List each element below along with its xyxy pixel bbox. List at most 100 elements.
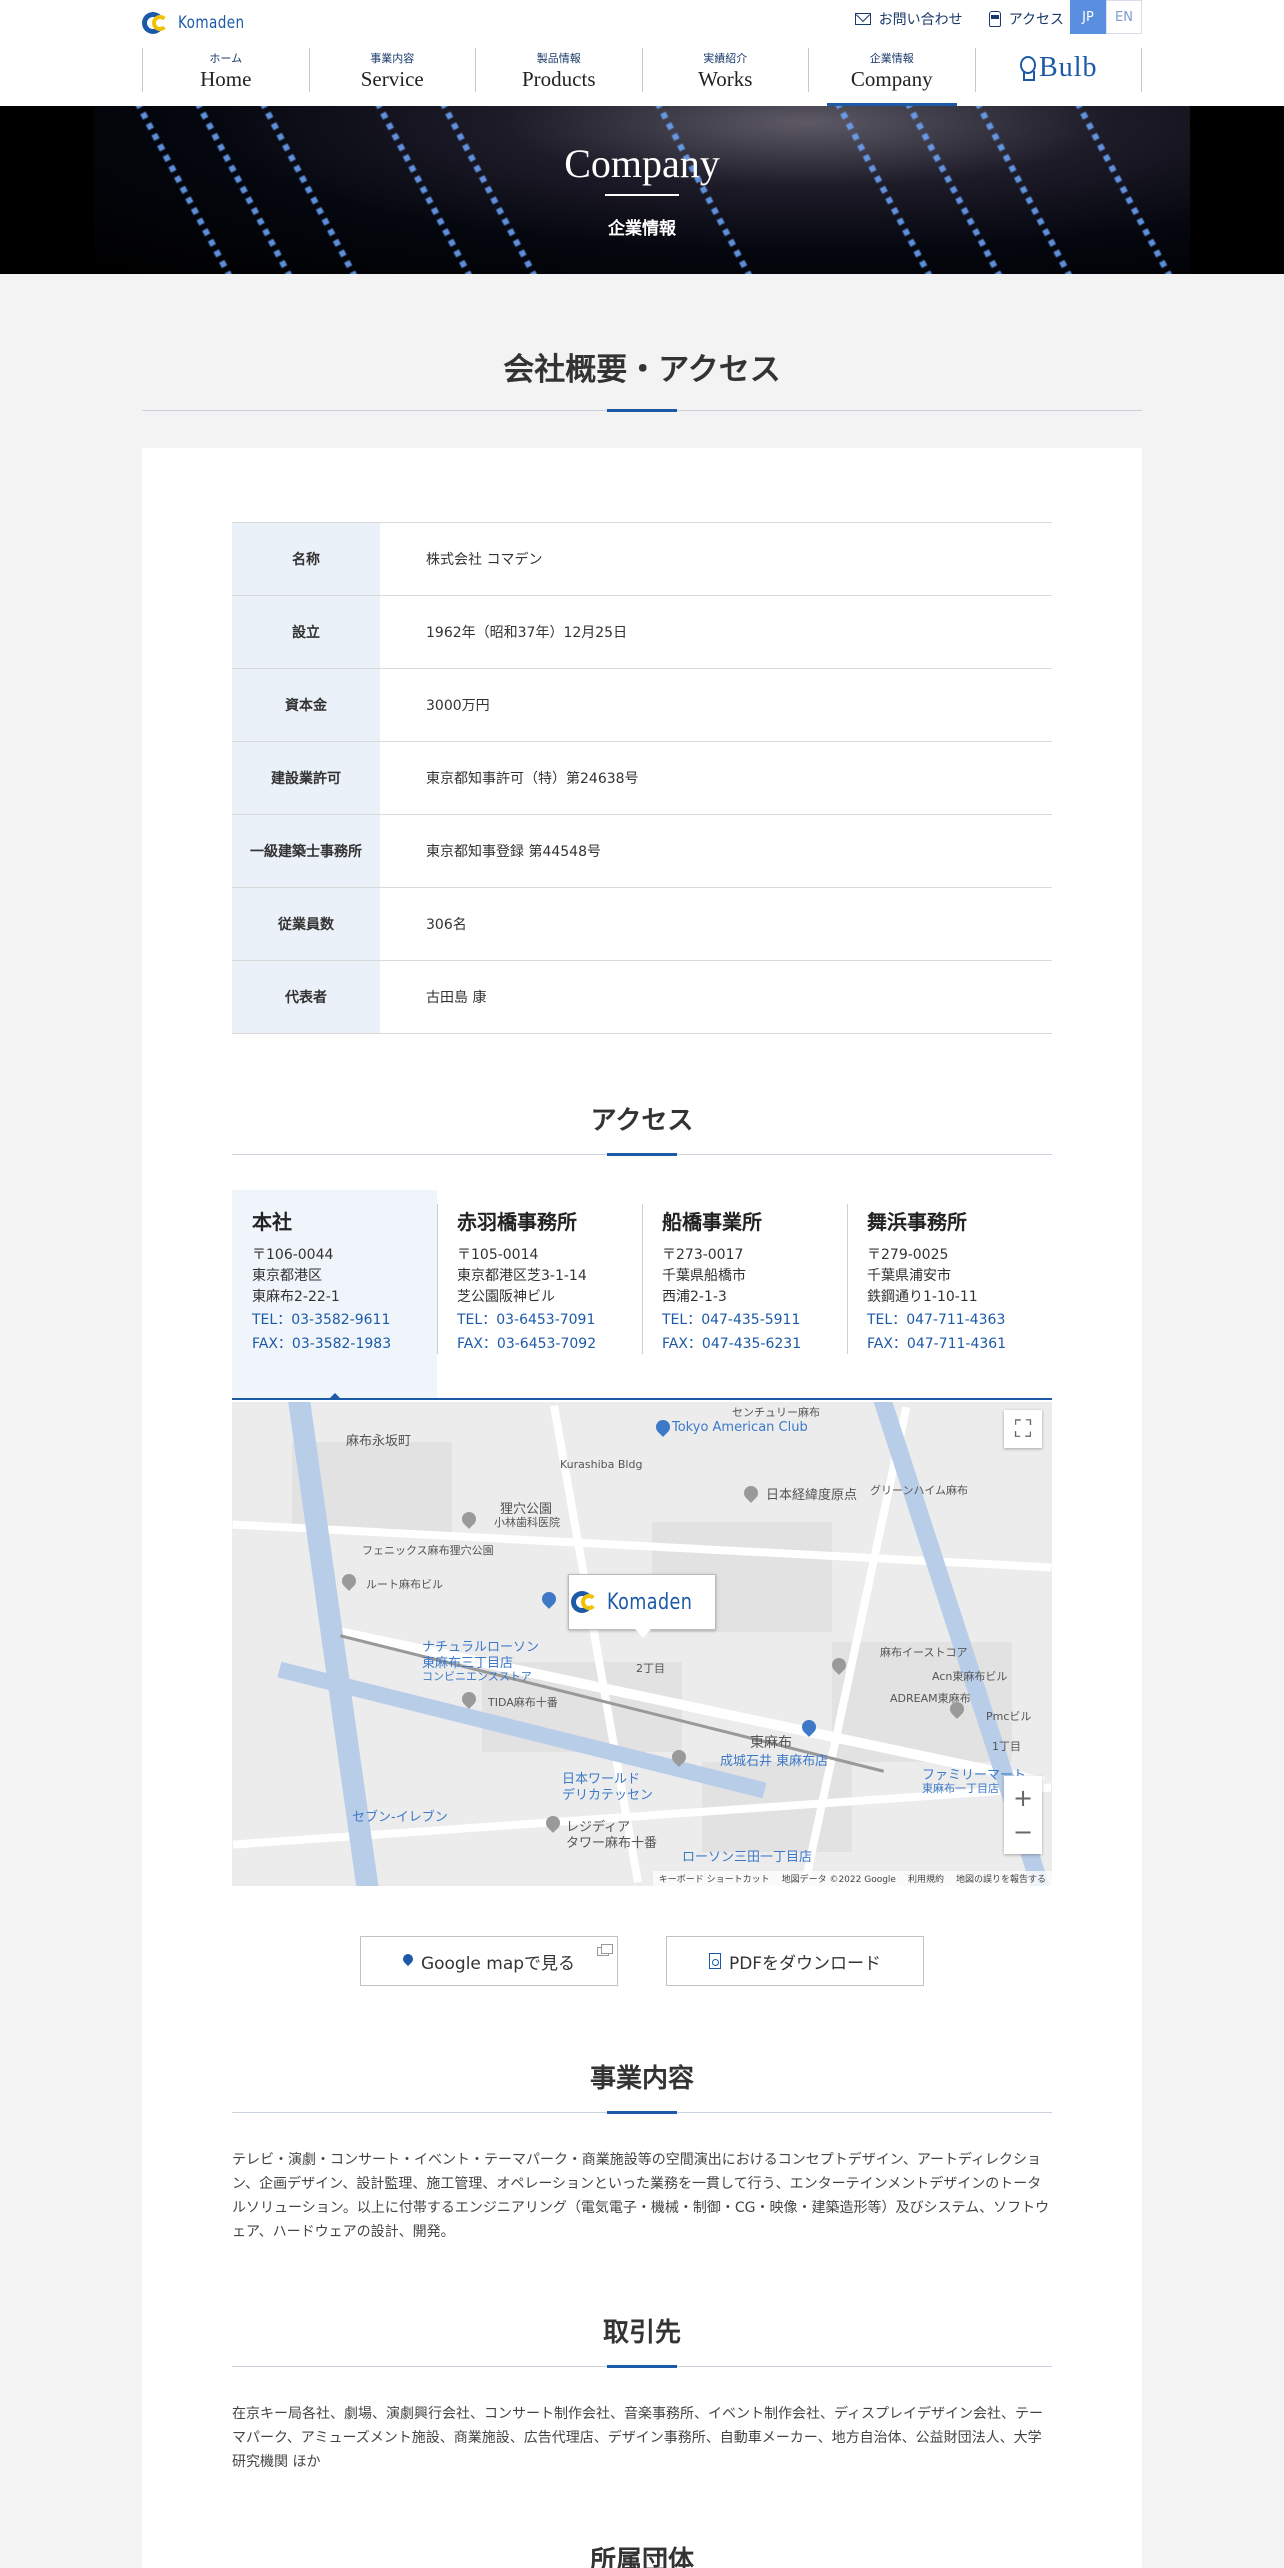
fullscreen-button[interactable]: ⛶ xyxy=(1004,1410,1042,1448)
map-label: コンビニエンスストア xyxy=(422,1670,532,1683)
nav-home-en: Home xyxy=(200,67,252,91)
map-data-credit: 地図データ ©2022 Google xyxy=(781,1875,896,1885)
lang-jp-button[interactable]: JP xyxy=(1070,0,1106,34)
access-accent xyxy=(607,1153,677,1156)
row-value: 306名 xyxy=(426,917,467,933)
page-title: 会社概要・アクセス xyxy=(503,352,781,388)
company-logo[interactable]: Komaden xyxy=(142,8,262,38)
terms-link[interactable]: 利用規約 xyxy=(908,1872,944,1885)
access-heading: アクセス xyxy=(590,1106,694,1136)
office-postal: 〒105-0014 xyxy=(457,1247,539,1263)
office-name: 船橋事業所 xyxy=(662,1210,762,1234)
map-pin-icon xyxy=(459,1509,479,1529)
company-overview-table: 名称 株式会社 コマデン 設立 1962年（昭和37年）12月25日 資本金 3… xyxy=(232,522,1052,1034)
map-pin-icon xyxy=(741,1483,761,1503)
report-error-link[interactable]: 地図の誤りを報告する xyxy=(956,1872,1046,1885)
nav-service-jp: 事業内容 xyxy=(370,52,415,65)
map-company-marker[interactable]: Komaden xyxy=(568,1574,716,1638)
nav-company-jp: 企業情報 xyxy=(869,52,914,65)
map-label: ルート麻布ビル xyxy=(366,1578,443,1591)
google-map[interactable]: 麻布永坂町 Tokyo American Club センチュリー麻布 Kuras… xyxy=(232,1402,1052,1886)
office-postal: 〒273-0017 xyxy=(662,1247,744,1263)
zoom-in-button[interactable]: + xyxy=(1013,1784,1033,1812)
contact-link[interactable]: お問い合わせ xyxy=(854,8,963,30)
office-address-2: 鉄鋼通り1-10-11 xyxy=(867,1289,978,1305)
pdf-download-button[interactable]: PDFをダウンロード xyxy=(666,1936,924,1986)
nav-products-en: Products xyxy=(522,67,596,91)
map-label: Pmcビル xyxy=(986,1710,1032,1723)
office-postal: 〒279-0025 xyxy=(867,1247,949,1263)
office-fax: FAX：03-3582-1983 xyxy=(252,1336,392,1352)
office-tab-akabanebashi[interactable]: 赤羽橋事務所 〒105-0014 東京都港区芝3-1-14 芝公園阪神ビル TE… xyxy=(437,1190,642,1398)
office-fax: FAX：03-6453-7092 xyxy=(457,1336,597,1352)
office-name: 本社 xyxy=(252,1210,292,1234)
hero-banner: Company 企業情報 xyxy=(0,106,1284,274)
office-address-1: 千葉県浦安市 xyxy=(867,1268,951,1284)
google-map-label: Google mapで見る xyxy=(420,1953,576,1974)
pdf-download-label: PDFをダウンロード xyxy=(728,1953,882,1974)
logo-mark-icon xyxy=(570,1589,605,1615)
hero-divider xyxy=(605,194,679,196)
zoom-controls: + − xyxy=(1004,1776,1042,1854)
site-header: Komaden お問い合わせ アクセス JP EN ホーム Home 事業内容 … xyxy=(0,0,1284,106)
office-address-1: 東京都港区 xyxy=(252,1268,322,1284)
nav-home[interactable]: ホーム Home xyxy=(142,48,309,92)
nav-products[interactable]: 製品情報 Products xyxy=(475,48,642,92)
row-value: 1962年（昭和37年）12月25日 xyxy=(426,625,628,641)
google-map-button[interactable]: Google mapで見る xyxy=(360,1936,618,1986)
office-tab-headquarters[interactable]: 本社 〒106-0044 東京都港区 東麻布2-22-1 TEL：03-3582… xyxy=(232,1190,437,1400)
map-label: 小林歯科医院 xyxy=(494,1516,560,1529)
access-link[interactable]: アクセス xyxy=(988,8,1064,30)
hero-subtitle: 企業情報 xyxy=(608,219,676,239)
nav-service[interactable]: 事業内容 Service xyxy=(308,48,476,92)
hero-image xyxy=(94,106,1190,274)
table-row: 名称 株式会社 コマデン xyxy=(232,523,1052,596)
office-address-2: 芝公園阪神ビル xyxy=(457,1289,555,1305)
nav-products-jp: 製品情報 xyxy=(536,52,581,65)
map-label: ローソン三田一丁目店 xyxy=(682,1850,813,1865)
map-label: 麻布イーストコア xyxy=(880,1646,968,1659)
map-label: TIDA麻布十番 xyxy=(488,1696,558,1709)
office-address-2: 東麻布2-22-1 xyxy=(252,1289,340,1305)
clients-heading: 取引先 xyxy=(602,2318,681,2348)
external-link-icon xyxy=(597,1944,613,1956)
table-row: 一級建築士事務所 東京都知事登録 第44548号 xyxy=(232,815,1052,888)
row-label: 一級建築士事務所 xyxy=(232,815,380,887)
business-text: テレビ・演劇・コンサート・イベント・テーマパーク・商業施設等の空間演出におけるコ… xyxy=(232,2152,1050,2240)
map-label: デリカテッセン xyxy=(562,1788,654,1803)
row-label: 建設業許可 xyxy=(232,742,380,814)
map-label: 東麻布一丁目店 xyxy=(922,1782,999,1795)
nav-home-jp: ホーム xyxy=(209,52,243,65)
map-label: 麻布永坂町 xyxy=(346,1434,412,1449)
office-fax: FAX：047-435-6231 xyxy=(662,1336,802,1352)
office-tab-funabashi[interactable]: 船橋事業所 〒273-0017 千葉県船橋市 西浦2-1-3 TEL：047-4… xyxy=(642,1190,847,1398)
office-address-1: 東京都港区芝3-1-14 xyxy=(457,1268,587,1284)
office-postal: 〒106-0044 xyxy=(252,1247,334,1263)
nav-company[interactable]: 企業情報 Company xyxy=(808,48,975,106)
table-row: 設立 1962年（昭和37年）12月25日 xyxy=(232,596,1052,669)
row-value: 東京都知事登録 第44548号 xyxy=(426,844,601,860)
office-tel[interactable]: TEL：03-6453-7091 xyxy=(457,1308,622,1332)
lang-en-button[interactable]: EN xyxy=(1106,0,1142,34)
hero-title: Company xyxy=(564,141,720,186)
nav-works-jp: 実績紹介 xyxy=(703,52,748,65)
office-tel[interactable]: TEL：047-711-4363 xyxy=(867,1308,1032,1332)
row-value: 東京都知事許可（特）第24638号 xyxy=(426,771,639,787)
row-label: 設立 xyxy=(232,596,380,668)
map-label: Acn東麻布ビル xyxy=(932,1670,1008,1683)
office-tel[interactable]: TEL：047-435-5911 xyxy=(662,1308,827,1332)
zoom-out-button[interactable]: − xyxy=(1013,1818,1033,1846)
nav-bulb[interactable]: Bulb xyxy=(974,48,1142,92)
keyboard-shortcuts-link[interactable]: キーボード ショートカット xyxy=(659,1872,770,1885)
marker-logo-text: Komaden xyxy=(606,1589,692,1615)
office-tel[interactable]: TEL：03-3582-9611 xyxy=(252,1308,417,1332)
office-tab-maihama[interactable]: 舞浜事務所 〒279-0025 千葉県浦安市 鉄鋼通り1-10-11 TEL：0… xyxy=(847,1190,1052,1398)
table-row: 従業員数 306名 xyxy=(232,888,1052,961)
map-label: Kurashiba Bldg xyxy=(560,1458,643,1471)
row-label: 資本金 xyxy=(232,669,380,741)
map-pin-icon xyxy=(339,1571,359,1591)
table-row: 代表者 古田島 康 xyxy=(232,961,1052,1034)
table-row: 資本金 3000万円 xyxy=(232,669,1052,742)
nav-works[interactable]: 実績紹介 Works xyxy=(641,48,809,92)
nav-service-en: Service xyxy=(360,67,424,91)
